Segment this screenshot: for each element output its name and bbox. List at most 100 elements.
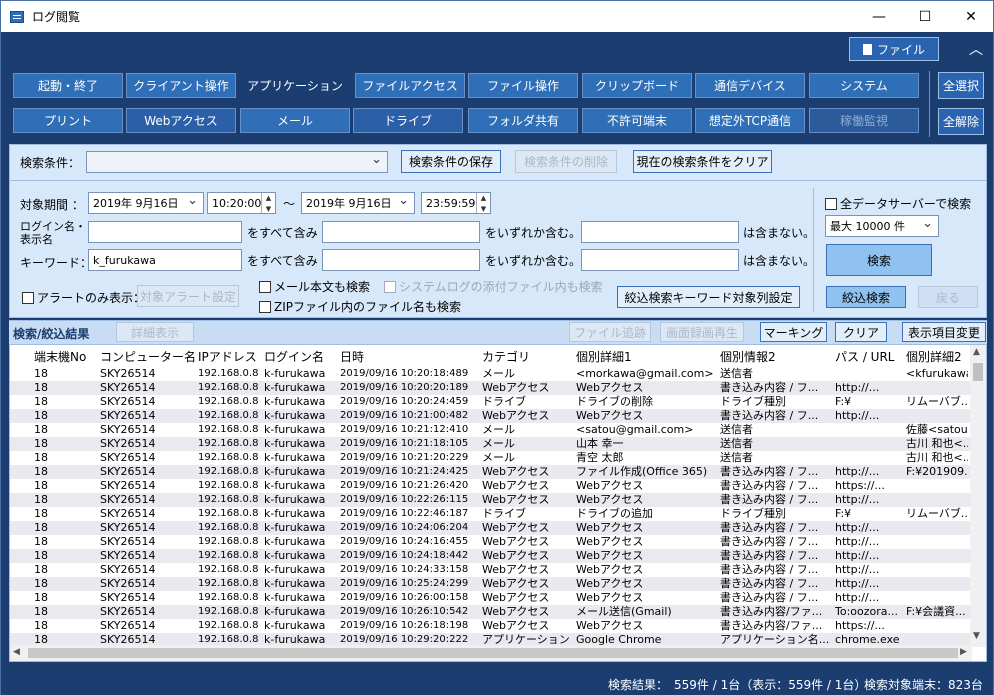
minimize-button[interactable]: — [856,1,902,32]
category-1-3[interactable]: ファイルアクセス [355,73,465,98]
table-row[interactable]: 18 SKY26514 192.168.0.8 k-furukawa 2019/09/1… [10,437,972,451]
max-count-select[interactable]: 最大 10000 件 [825,215,939,237]
category-2-7[interactable]: 稼働監視 [809,108,919,133]
save-condition-button[interactable]: 検索条件の保存 [401,150,501,173]
table-cell: 192.168.0.8 [198,382,259,393]
table-cell: 18 [34,563,48,576]
category-1-2[interactable]: アプリケーション [240,73,350,98]
table-row[interactable]: 18 SKY26514 192.168.0.8 k-furukawa 2019/09/1… [10,451,972,465]
column-header[interactable]: 個別詳細2 [906,348,962,365]
mail-body-label: メール本文も検索 [274,280,371,294]
scroll-left-icon[interactable]: ◀ [13,647,20,657]
vertical-scrollbar[interactable]: ▲ ▼ [970,345,986,647]
category-1-1[interactable]: クライアント操作 [126,73,236,98]
table-row[interactable]: 18 SKY26514 192.168.0.8 k-furukawa 2019/09/1… [10,409,972,423]
back-button[interactable]: 戻る [918,286,978,308]
table-row[interactable]: 18 SKY26514 192.168.0.8 k-furukawa 2019/09/1… [10,535,972,549]
table-row[interactable]: 18 SKY26514 192.168.0.8 k-furukawa 2019/09/1… [10,493,972,507]
category-2-0[interactable]: プリント [13,108,123,133]
clear-results-button[interactable]: クリア [835,322,887,342]
file-trace-button[interactable]: ファイル追跡 [569,322,651,342]
close-button[interactable]: ✕ [948,1,994,32]
time-to-input[interactable]: 23:59:59 ▲ ▼ [421,192,491,214]
login-not-input[interactable] [581,221,739,243]
table-cell: k-furukawa [264,535,326,548]
category-2-5[interactable]: 不許可端末 [582,108,692,133]
table-row[interactable]: 18 SKY26514 192.168.0.8 k-furukawa 2019/09/1… [10,605,972,619]
zip-name-checkbox[interactable]: ZIPファイル内のファイル名も検索 [259,298,461,315]
table-row[interactable]: 18 SKY26514 192.168.0.8 k-furukawa 2019/09/1… [10,549,972,563]
table-row[interactable]: 18 SKY26514 192.168.0.8 k-furukawa 2019/09/1… [10,619,972,633]
keyword-all-input[interactable]: k_furukawa [88,249,242,271]
table-row[interactable]: 18 SKY26514 192.168.0.8 k-furukawa 2019/09/1… [10,563,972,577]
detail-view-button[interactable]: 詳細表示 [116,322,194,342]
keyword-not-input[interactable] [581,249,739,271]
clear-condition-button[interactable]: 現在の検索条件をクリア [633,150,772,173]
hscroll-thumb[interactable] [28,648,958,658]
date-from-picker[interactable]: 2019年 9月16日 [88,192,204,214]
keyword-any-input[interactable] [322,249,480,271]
maximize-button[interactable]: ☐ [902,1,948,32]
category-1-6[interactable]: 通信デバイス [695,73,805,98]
time-to-spinner[interactable]: ▲ ▼ [476,193,490,213]
column-header[interactable]: ログイン名 [264,348,324,365]
time-from-spinner[interactable]: ▲ ▼ [261,193,275,213]
results-grid[interactable]: 端末機No コンピューター名 IPアドレス ログイン名 日時 カテゴリ 個別詳細1 個別情報2… [9,344,987,662]
login-all-input[interactable] [88,221,242,243]
scroll-up-icon[interactable]: ▲ [973,347,980,357]
refine-search-button[interactable]: 絞込検索 [826,286,906,308]
column-header[interactable]: 日時 [340,348,364,365]
column-header[interactable]: カテゴリ [482,348,530,365]
category-2-4[interactable]: フォルダ共有 [468,108,578,133]
category-2-2[interactable]: メール [240,108,350,133]
horizontal-scrollbar[interactable]: ◀ ▶ [10,645,972,661]
column-header[interactable]: 端末機No [34,348,86,365]
table-row[interactable]: 18 SKY26514 192.168.0.8 k-furukawa 2019/09/1… [10,591,972,605]
mail-body-checkbox[interactable]: メール本文も検索 [259,278,370,295]
category-1-4[interactable]: ファイル操作 [468,73,578,98]
select-all-button[interactable]: 全選択 [938,72,984,99]
table-row[interactable]: 18 SKY26514 192.168.0.8 k-furukawa 2019/09/1… [10,465,972,479]
login-any-input[interactable] [322,221,480,243]
table-row[interactable]: 18 SKY26514 192.168.0.8 k-furukawa 2019/09/1… [10,381,972,395]
refine-keyword-columns-button[interactable]: 絞込検索キーワード対象列設定 [617,286,800,308]
column-header[interactable]: IPアドレス [198,348,257,365]
alert-only-checkbox[interactable]: アラートのみ表示： [22,289,145,306]
scroll-thumb[interactable] [973,363,983,381]
file-menu-button[interactable]: ファイル [849,37,939,61]
time-from-input[interactable]: 10:20:00 ▲ ▼ [207,192,276,214]
scroll-right-icon[interactable]: ▶ [960,647,967,657]
table-row[interactable]: 18 SKY26514 192.168.0.8 k-furukawa 2019/09/1… [10,507,972,521]
scroll-down-icon[interactable]: ▼ [973,631,980,641]
change-columns-button[interactable]: 表示項目変更 [902,322,986,342]
column-header[interactable]: コンピューター名 [100,348,196,365]
table-row[interactable]: 18 SKY26514 192.168.0.8 k-furukawa 2019/09/1… [10,577,972,591]
date-to-picker[interactable]: 2019年 9月16日 [301,192,415,214]
table-cell: k-furukawa [264,367,326,380]
category-1-0[interactable]: 起動・終了 [13,73,123,98]
collapse-ribbon-icon[interactable]: ︿ [969,39,983,59]
alert-setting-button[interactable]: 対象アラート設定 [137,285,239,307]
column-header[interactable]: 個別詳細1 [576,348,632,365]
delete-condition-button[interactable]: 検索条件の削除 [515,150,617,173]
search-button[interactable]: 検索 [826,244,932,276]
table-row[interactable]: 18 SKY26514 192.168.0.8 k-furukawa 2019/09/1… [10,367,972,381]
category-1-7[interactable]: システム [809,73,919,98]
screen-playback-button[interactable]: 画面録画再生 [660,322,744,342]
deselect-all-button[interactable]: 全解除 [938,108,984,135]
table-row[interactable]: 18 SKY26514 192.168.0.8 k-furukawa 2019/09/1… [10,521,972,535]
category-1-5[interactable]: クリップボード [582,73,692,98]
table-row[interactable]: 18 SKY26514 192.168.0.8 k-furukawa 2019/09/1… [10,395,972,409]
column-header[interactable]: パス / URL [835,348,894,365]
search-condition-select[interactable] [86,151,388,173]
all-servers-checkbox[interactable]: 全データサーバーで検索 [825,195,971,212]
category-2-3[interactable]: ドライブ [353,108,463,133]
column-header[interactable]: 個別情報2 [720,348,776,365]
table-row[interactable]: 18 SKY26514 192.168.0.8 k-furukawa 2019/09/1… [10,423,972,437]
table-row[interactable]: 18 SKY26514 192.168.0.8 k-furukawa 2019/09/1… [10,479,972,493]
marking-button[interactable]: マーキング [760,322,827,342]
syslog-attach-checkbox[interactable]: システムログの添付ファイル内も検索 [384,278,603,295]
category-2-6[interactable]: 想定外TCP通信 [695,108,805,133]
status-target-count: 検索対象端末：823台 [864,678,983,692]
category-2-1[interactable]: Webアクセス [126,108,236,133]
